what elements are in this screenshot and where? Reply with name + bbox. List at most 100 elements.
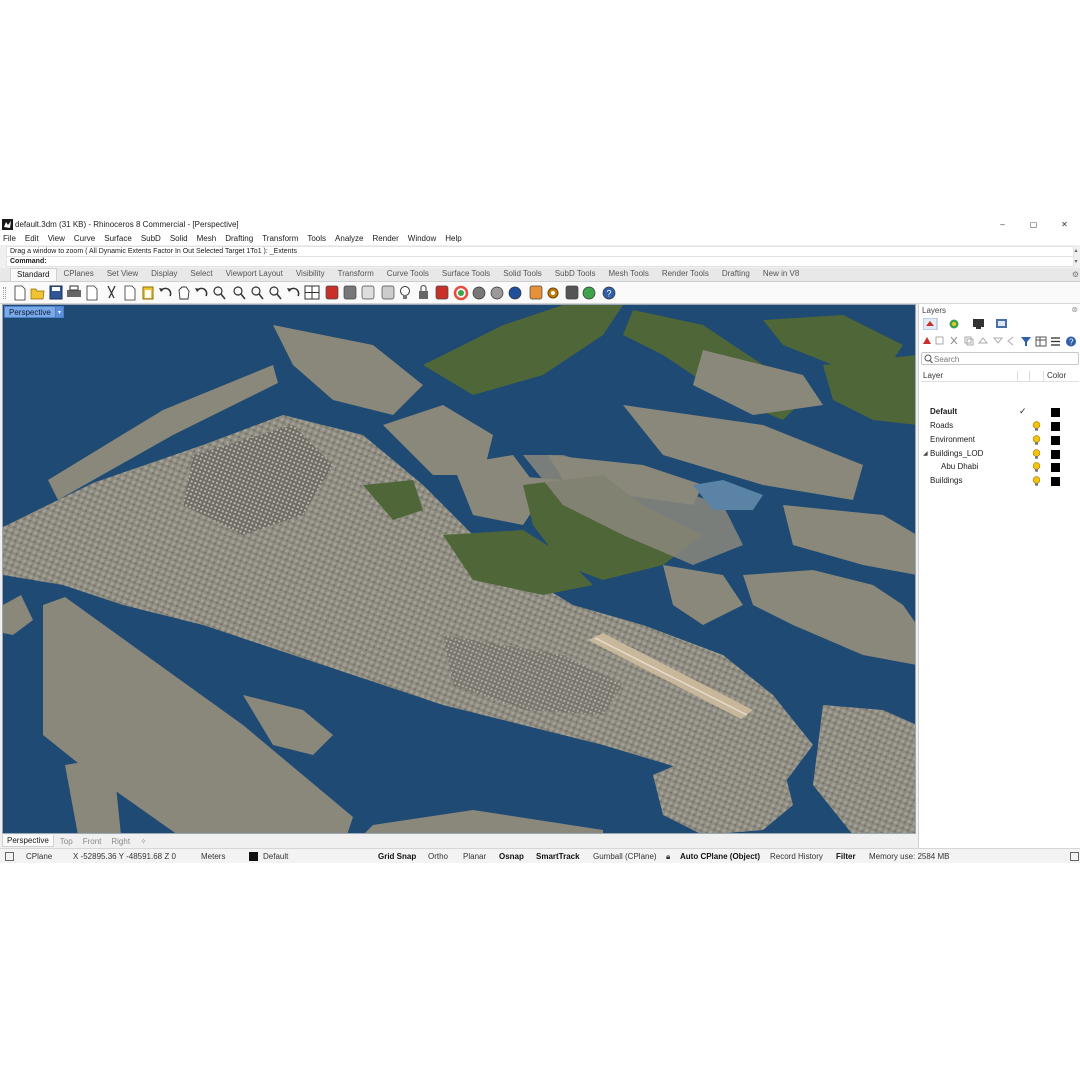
dimension-icon[interactable] [565,285,579,300]
pencil-icon[interactable] [529,285,543,300]
command-prompt[interactable]: Command: [6,257,1074,267]
menu-view[interactable]: View [48,234,65,243]
sphere-wire-icon[interactable] [472,286,486,300]
move-down-icon[interactable] [992,337,1004,344]
minimize-button[interactable]: – [987,217,1018,231]
layer-name[interactable]: Roads [930,421,953,430]
layer-color-swatch[interactable] [1051,463,1060,472]
move-out-icon[interactable] [1007,336,1014,346]
menu-subd[interactable]: SubD [141,234,161,243]
import-icon[interactable] [86,285,98,301]
status-planar[interactable]: Planar [463,852,486,861]
column-header-layer[interactable]: Layer [923,371,943,380]
duplicate-layer-icon[interactable] [964,336,974,346]
tab-display[interactable]: Display [145,268,184,281]
lightbulb-visible-icon[interactable] [1032,462,1041,473]
status-ortho[interactable]: Ortho [428,852,448,861]
menu-analyze[interactable]: Analyze [335,234,363,243]
add-viewport-tab-icon[interactable]: ✧ [140,837,147,846]
layer-row[interactable]: Roads [921,420,1079,433]
rotate-view-icon[interactable] [195,287,208,297]
layer-row[interactable]: ◢ Buildings_LOD [921,448,1079,461]
layer-row[interactable]: Default ✓ [921,406,1079,419]
zoom-dynamic-icon[interactable] [233,286,246,300]
command-scroll-arrows-icon[interactable]: ▴ ▾ [1073,246,1079,268]
tab-standard[interactable]: Standard [10,268,58,281]
menu-edit[interactable]: Edit [25,234,39,243]
undo-icon[interactable] [159,287,172,297]
print-icon[interactable] [67,285,81,297]
rotate-icon[interactable] [287,287,300,297]
delete-layer-icon[interactable] [950,336,958,345]
close-button[interactable]: ✕ [1049,217,1080,231]
menu-surface[interactable]: Surface [104,234,132,243]
maximize-button[interactable]: ▢ [1018,217,1049,231]
panel-toggle-right-icon[interactable] [1070,852,1079,861]
shaded-icon[interactable] [343,285,357,300]
tab-mesh-tools[interactable]: Mesh Tools [603,268,656,281]
menu-tools[interactable]: Tools [307,234,326,243]
tab-solid-tools[interactable]: Solid Tools [497,268,549,281]
paste-icon[interactable] [142,286,154,300]
open-icon[interactable] [30,288,45,300]
materials-tab-icon[interactable] [949,319,959,329]
move-up-icon[interactable] [977,337,989,344]
panel-close-icon[interactable]: ⊗ [1071,305,1078,314]
menu-render[interactable]: Render [373,234,399,243]
toolbar-grip-icon[interactable] [3,287,6,299]
car-render-icon[interactable] [325,285,339,300]
pan-icon[interactable] [178,286,190,300]
viewport-menu-caret-icon[interactable]: ▾ [55,306,64,318]
tab-curve-tools[interactable]: Curve Tools [381,268,436,281]
menu-drafting[interactable]: Drafting [225,234,253,243]
layer-row[interactable]: Buildings [921,475,1079,488]
copy-icon[interactable] [124,285,136,301]
menu-file[interactable]: File [3,234,16,243]
status-current-layer[interactable]: Default [263,852,288,861]
menu-curve[interactable]: Curve [74,234,95,243]
layer-row[interactable]: Environment [921,434,1079,447]
display-tab-icon[interactable] [973,319,984,329]
menu-help[interactable]: Help [445,234,461,243]
layer-color-swatch[interactable] [1051,477,1060,486]
render-globe-icon[interactable] [582,286,596,300]
menu-solid[interactable]: Solid [170,234,188,243]
new-sublayer-icon[interactable] [935,336,944,345]
layer-search-input[interactable] [934,354,1074,364]
status-gumball[interactable]: Gumball (CPlane) [593,852,657,861]
menu-mesh[interactable]: Mesh [197,234,217,243]
status-filter[interactable]: Filter [836,852,856,861]
filter-icon[interactable] [1021,337,1031,346]
help-icon[interactable]: ? [1066,336,1076,347]
menu-window[interactable]: Window [408,234,436,243]
zoom-window-icon[interactable] [213,286,226,300]
tab-transform[interactable]: Transform [332,268,381,281]
tab-render-tools[interactable]: Render Tools [656,268,716,281]
four-viewports-icon[interactable] [304,285,320,300]
status-auto-cplane[interactable]: Auto CPlane (Object) [680,852,760,861]
tab-surface-tools[interactable]: Surface Tools [436,268,497,281]
light-icon[interactable] [400,286,410,300]
layers-tab-icon[interactable] [923,318,938,330]
panel-menu-icon[interactable] [1051,337,1060,346]
tab-settings-gear-icon[interactable]: ⚙ [1072,270,1079,279]
cut-icon[interactable] [107,285,116,299]
points-on-icon[interactable] [381,285,395,300]
status-units[interactable]: Meters [201,852,225,861]
table-columns-icon[interactable] [1035,336,1047,347]
new-icon[interactable] [14,285,26,301]
viewport-tab-front[interactable]: Front [83,837,102,846]
tab-select[interactable]: Select [184,268,219,281]
color-wheel-icon[interactable] [453,285,469,301]
status-grid-snap[interactable]: Grid Snap [378,852,416,861]
layer-name[interactable]: Environment [930,435,975,444]
layer-name[interactable]: Buildings_LOD [930,449,983,458]
zoom-selected-icon[interactable] [269,286,282,300]
tab-subd-tools[interactable]: SubD Tools [549,268,603,281]
zoom-extents-icon[interactable] [251,286,264,300]
viewport-tab-right[interactable]: Right [111,837,130,846]
status-smarttrack[interactable]: SmartTrack [536,852,580,861]
layer-color-swatch[interactable] [1051,408,1060,417]
tab-viewport-layout[interactable]: Viewport Layout [220,268,290,281]
lightbulb-visible-icon[interactable] [1032,421,1041,432]
